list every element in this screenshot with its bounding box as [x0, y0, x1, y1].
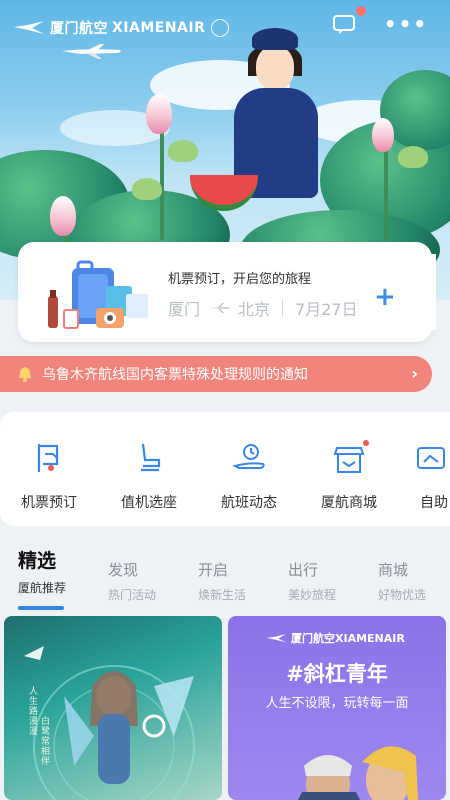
chevron-right-icon: › [411, 364, 418, 383]
airplane-icon [62, 44, 121, 59]
tab-mall[interactable]: 商城 好物优选 [378, 559, 426, 603]
card-left-vertical-text-2: 白鹭常相伴 [39, 716, 49, 766]
tab-discover[interactable]: 发现 热门活动 [108, 559, 156, 603]
route-plane-icon [208, 303, 231, 313]
notice-bar[interactable]: 乌鲁木齐航线国内客票特殊处理规则的通知 › [0, 356, 432, 392]
booking-card[interactable] [18, 242, 436, 342]
brand-en: XIAMENAIR [112, 20, 206, 36]
plus-icon[interactable]: + [374, 282, 396, 312]
self-service-icon [417, 447, 445, 469]
brand-cn: 厦门航空 [50, 21, 108, 37]
service-seat-selection[interactable]: 值机选座 [104, 440, 194, 512]
destination-city[interactable]: 北京 [238, 296, 270, 320]
route-selector[interactable]: 厦门 北京 7月27日 [168, 296, 358, 320]
service-self-service[interactable]: 自助 [404, 440, 450, 512]
tab-featured[interactable]: 精选 厦航推荐 [18, 546, 66, 596]
service-grid: 机票预订 值机选座 航班动态 厦航商城 自助 [0, 412, 450, 526]
service-flight-status[interactable]: 航班动态 [204, 440, 294, 512]
xiamenair-logo: 厦门航空 XIAMENAIR [14, 18, 230, 38]
feature-card-left[interactable]: 人生路漫漫 白鹭常相伴 [4, 616, 222, 800]
notice-text: 乌鲁木齐航线国内客票特殊处理规则的通知 [42, 367, 308, 383]
active-tab-indicator [18, 606, 64, 610]
mall-notification-dot [363, 440, 369, 446]
feature-card-right[interactable]: 厦门航空 XIAMENAIR #斜杠青年 人生不设限，玩转每一面 [228, 616, 446, 800]
tab-open[interactable]: 开启 焕新生活 [198, 559, 246, 603]
booking-title: 机票预订，开启您的旅程 [168, 272, 312, 287]
seal-icon [211, 19, 230, 37]
card-right-photo [298, 746, 418, 800]
message-icon[interactable] [330, 10, 358, 38]
egret-logo-icon [14, 21, 44, 34]
content-tabs: 精选 厦航推荐 发现 热门活动 开启 焕新生活 出行 美妙旅程 商城 好物优选 [0, 546, 450, 610]
mall-shop-icon [333, 447, 365, 473]
seat-selection-icon [141, 443, 161, 472]
service-mall[interactable]: 厦航商城 [304, 440, 394, 512]
ticket-booking-icon [37, 444, 59, 472]
more-dots-icon[interactable]: ••• [384, 10, 426, 38]
tab-travel[interactable]: 出行 美妙旅程 [288, 559, 336, 603]
service-ticket-booking[interactable]: 机票预订 [4, 440, 94, 512]
origin-city[interactable]: 厦门 [168, 296, 200, 320]
flight-status-icon [232, 444, 265, 469]
departure-date[interactable]: 7月27日 [295, 296, 358, 320]
notification-dot [356, 6, 366, 16]
luggage-illustration [48, 260, 148, 329]
bell-icon [19, 367, 31, 382]
